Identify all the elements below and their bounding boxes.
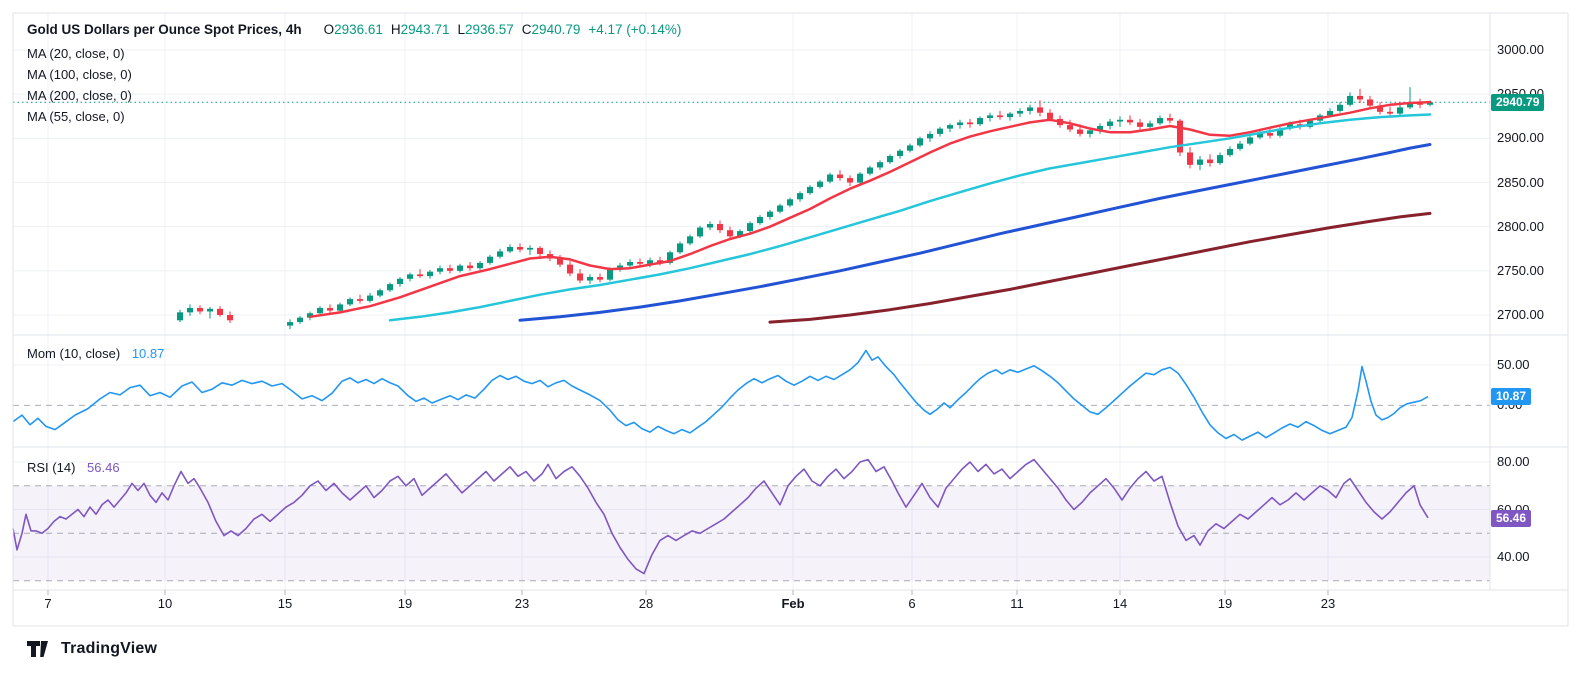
price-tick-2800: 2800.00 <box>1497 219 1544 234</box>
price-tick-2900: 2900.00 <box>1497 130 1544 145</box>
legend-ma-55[interactable]: MA (55, close, 0) <box>27 109 125 124</box>
rsi-tick-80: 80.00 <box>1497 454 1530 469</box>
price-tick-2700: 2700.00 <box>1497 307 1544 322</box>
line-ma200 <box>770 213 1430 322</box>
change-value: +4.17 (+0.14%) <box>588 22 681 37</box>
low-value: 2936.57 <box>465 22 514 37</box>
legend-ma-200-label: MA (200, close, 0) <box>27 88 132 103</box>
momentum-legend[interactable]: Mom (10, close) 10.87 <box>27 346 164 361</box>
time-tick-23: 23 <box>515 596 529 611</box>
rsi-value: 56.46 <box>87 460 120 475</box>
close-value: 2940.79 <box>532 22 581 37</box>
time-tick-11: 11 <box>1010 596 1024 611</box>
legend-ma-20[interactable]: MA (20, close, 0) <box>27 46 125 61</box>
time-tick-6: 6 <box>908 596 915 611</box>
time-tick-10: 10 <box>158 596 172 611</box>
chart-root: Gold US Dollars per Ounce Spot Prices, 4… <box>0 0 1581 674</box>
time-tick-19: 19 <box>398 596 412 611</box>
tradingview-logo-text: TradingView <box>61 640 157 658</box>
legend-ma-20-label: MA (20, close, 0) <box>27 46 125 61</box>
time-tick-19: 19 <box>1218 596 1232 611</box>
rsi-label: RSI (14) <box>27 460 75 475</box>
open-label: O <box>324 22 335 37</box>
legend-ma-55-label: MA (55, close, 0) <box>27 109 125 124</box>
last-price-badge: 2940.79 <box>1491 94 1544 111</box>
momentum-label: Mom (10, close) <box>27 346 120 361</box>
rsi-tick-40: 40.00 <box>1497 549 1530 564</box>
time-tick-14: 14 <box>1113 596 1127 611</box>
price-tick-2750: 2750.00 <box>1497 263 1544 278</box>
high-value: 2943.71 <box>401 22 450 37</box>
high-label: H <box>391 22 401 37</box>
price-tick-3000: 3000.00 <box>1497 42 1544 57</box>
symbol-title-row[interactable]: Gold US Dollars per Ounce Spot Prices, 4… <box>27 22 681 37</box>
legend-ma-100-label: MA (100, close, 0) <box>27 67 132 82</box>
time-tick-15: 15 <box>278 596 292 611</box>
close-label: C <box>522 22 532 37</box>
line-ma100 <box>520 145 1430 321</box>
momentum-badge: 10.87 <box>1491 388 1531 405</box>
mom-tick-50: 50.00 <box>1497 357 1530 372</box>
time-tick-Feb: Feb <box>781 596 804 611</box>
legend-ma-200[interactable]: MA (200, close, 0) <box>27 88 132 103</box>
ohlc-readout: O2936.61 H2943.71 L2936.57 C2940.79 +4.17 (+… <box>316 22 682 37</box>
low-label: L <box>457 22 465 37</box>
rsi-badge: 56.46 <box>1491 510 1531 527</box>
legend-ma-100[interactable]: MA (100, close, 0) <box>27 67 132 82</box>
open-value: 2936.61 <box>334 22 383 37</box>
momentum-value: 10.87 <box>132 346 165 361</box>
time-tick-7: 7 <box>44 596 51 611</box>
time-tick-23: 23 <box>1321 596 1335 611</box>
momentum-line <box>13 351 1428 441</box>
tradingview-logo-icon <box>26 638 54 660</box>
price-tick-2850: 2850.00 <box>1497 175 1544 190</box>
time-tick-28: 28 <box>639 596 653 611</box>
rsi-legend[interactable]: RSI (14) 56.46 <box>27 460 120 475</box>
tradingview-logo[interactable]: TradingView <box>26 638 157 660</box>
candles-layer <box>177 87 1433 329</box>
symbol-title: Gold US Dollars per Ounce Spot Prices, 4… <box>27 22 302 37</box>
chart-canvas[interactable] <box>0 0 1581 674</box>
